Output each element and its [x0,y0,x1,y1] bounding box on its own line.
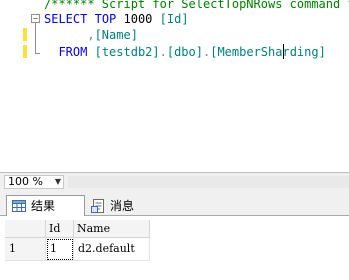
collapse-toggle-icon[interactable]: − [31,14,40,23]
horizontal-scrollbar[interactable] [68,176,349,188]
code-token: [MemberSharding] [210,45,326,59]
code-token: , [44,28,95,42]
results-grid[interactable]: Id Name 1 1 d2.default [0,216,349,280]
tab-messages[interactable]: 消息 [86,195,146,216]
outline-line-end [35,53,40,54]
code-token: . [159,45,167,59]
code-token: 1000 [116,12,160,26]
tab-results-label: 结果 [31,199,56,213]
change-marker [23,28,27,41]
results-tab-bar: 结果 消息 [0,191,349,216]
outline-line [35,23,36,53]
grid-cell-id[interactable]: 1 [46,238,74,261]
code-token: TOP [94,12,117,26]
tab-messages-label: 消息 [110,198,135,213]
sql-editor[interactable]: − /****** Script for SelectTopNRows comm… [0,0,349,172]
message-icon [90,198,106,214]
grid-cell-name[interactable]: d2.default [74,238,150,261]
column-header-name[interactable]: Name [74,220,150,238]
change-marker [23,45,27,58]
code-token: FROM [58,45,88,59]
zoom-bar: 100 % ▼ [0,172,349,191]
zoom-dropdown[interactable]: 100 % ▼ [4,175,64,189]
code-token: SELECT [44,12,88,26]
code-line-3: ,[Name] [44,27,138,43]
code-token: [testdb2] [94,45,160,59]
text-caret [283,44,284,59]
dropdown-arrow-icon[interactable]: ▼ [55,176,61,188]
grid-icon [11,198,27,214]
code-token: [Id] [159,12,189,26]
code-token: /****** Script for SelectTopNRows comman… [44,0,349,11]
code-token: [Name] [94,28,138,42]
editor-margin [0,0,25,172]
tab-results[interactable]: 结果 [6,195,85,216]
grid-corner-header [5,220,46,238]
zoom-value: 100 % [8,175,43,188]
code-token: [dbo] [166,45,203,59]
code-line-2: SELECT TOP 1000 [Id] [44,11,189,27]
column-header-id[interactable]: Id [46,220,74,238]
row-number[interactable]: 1 [5,238,46,261]
